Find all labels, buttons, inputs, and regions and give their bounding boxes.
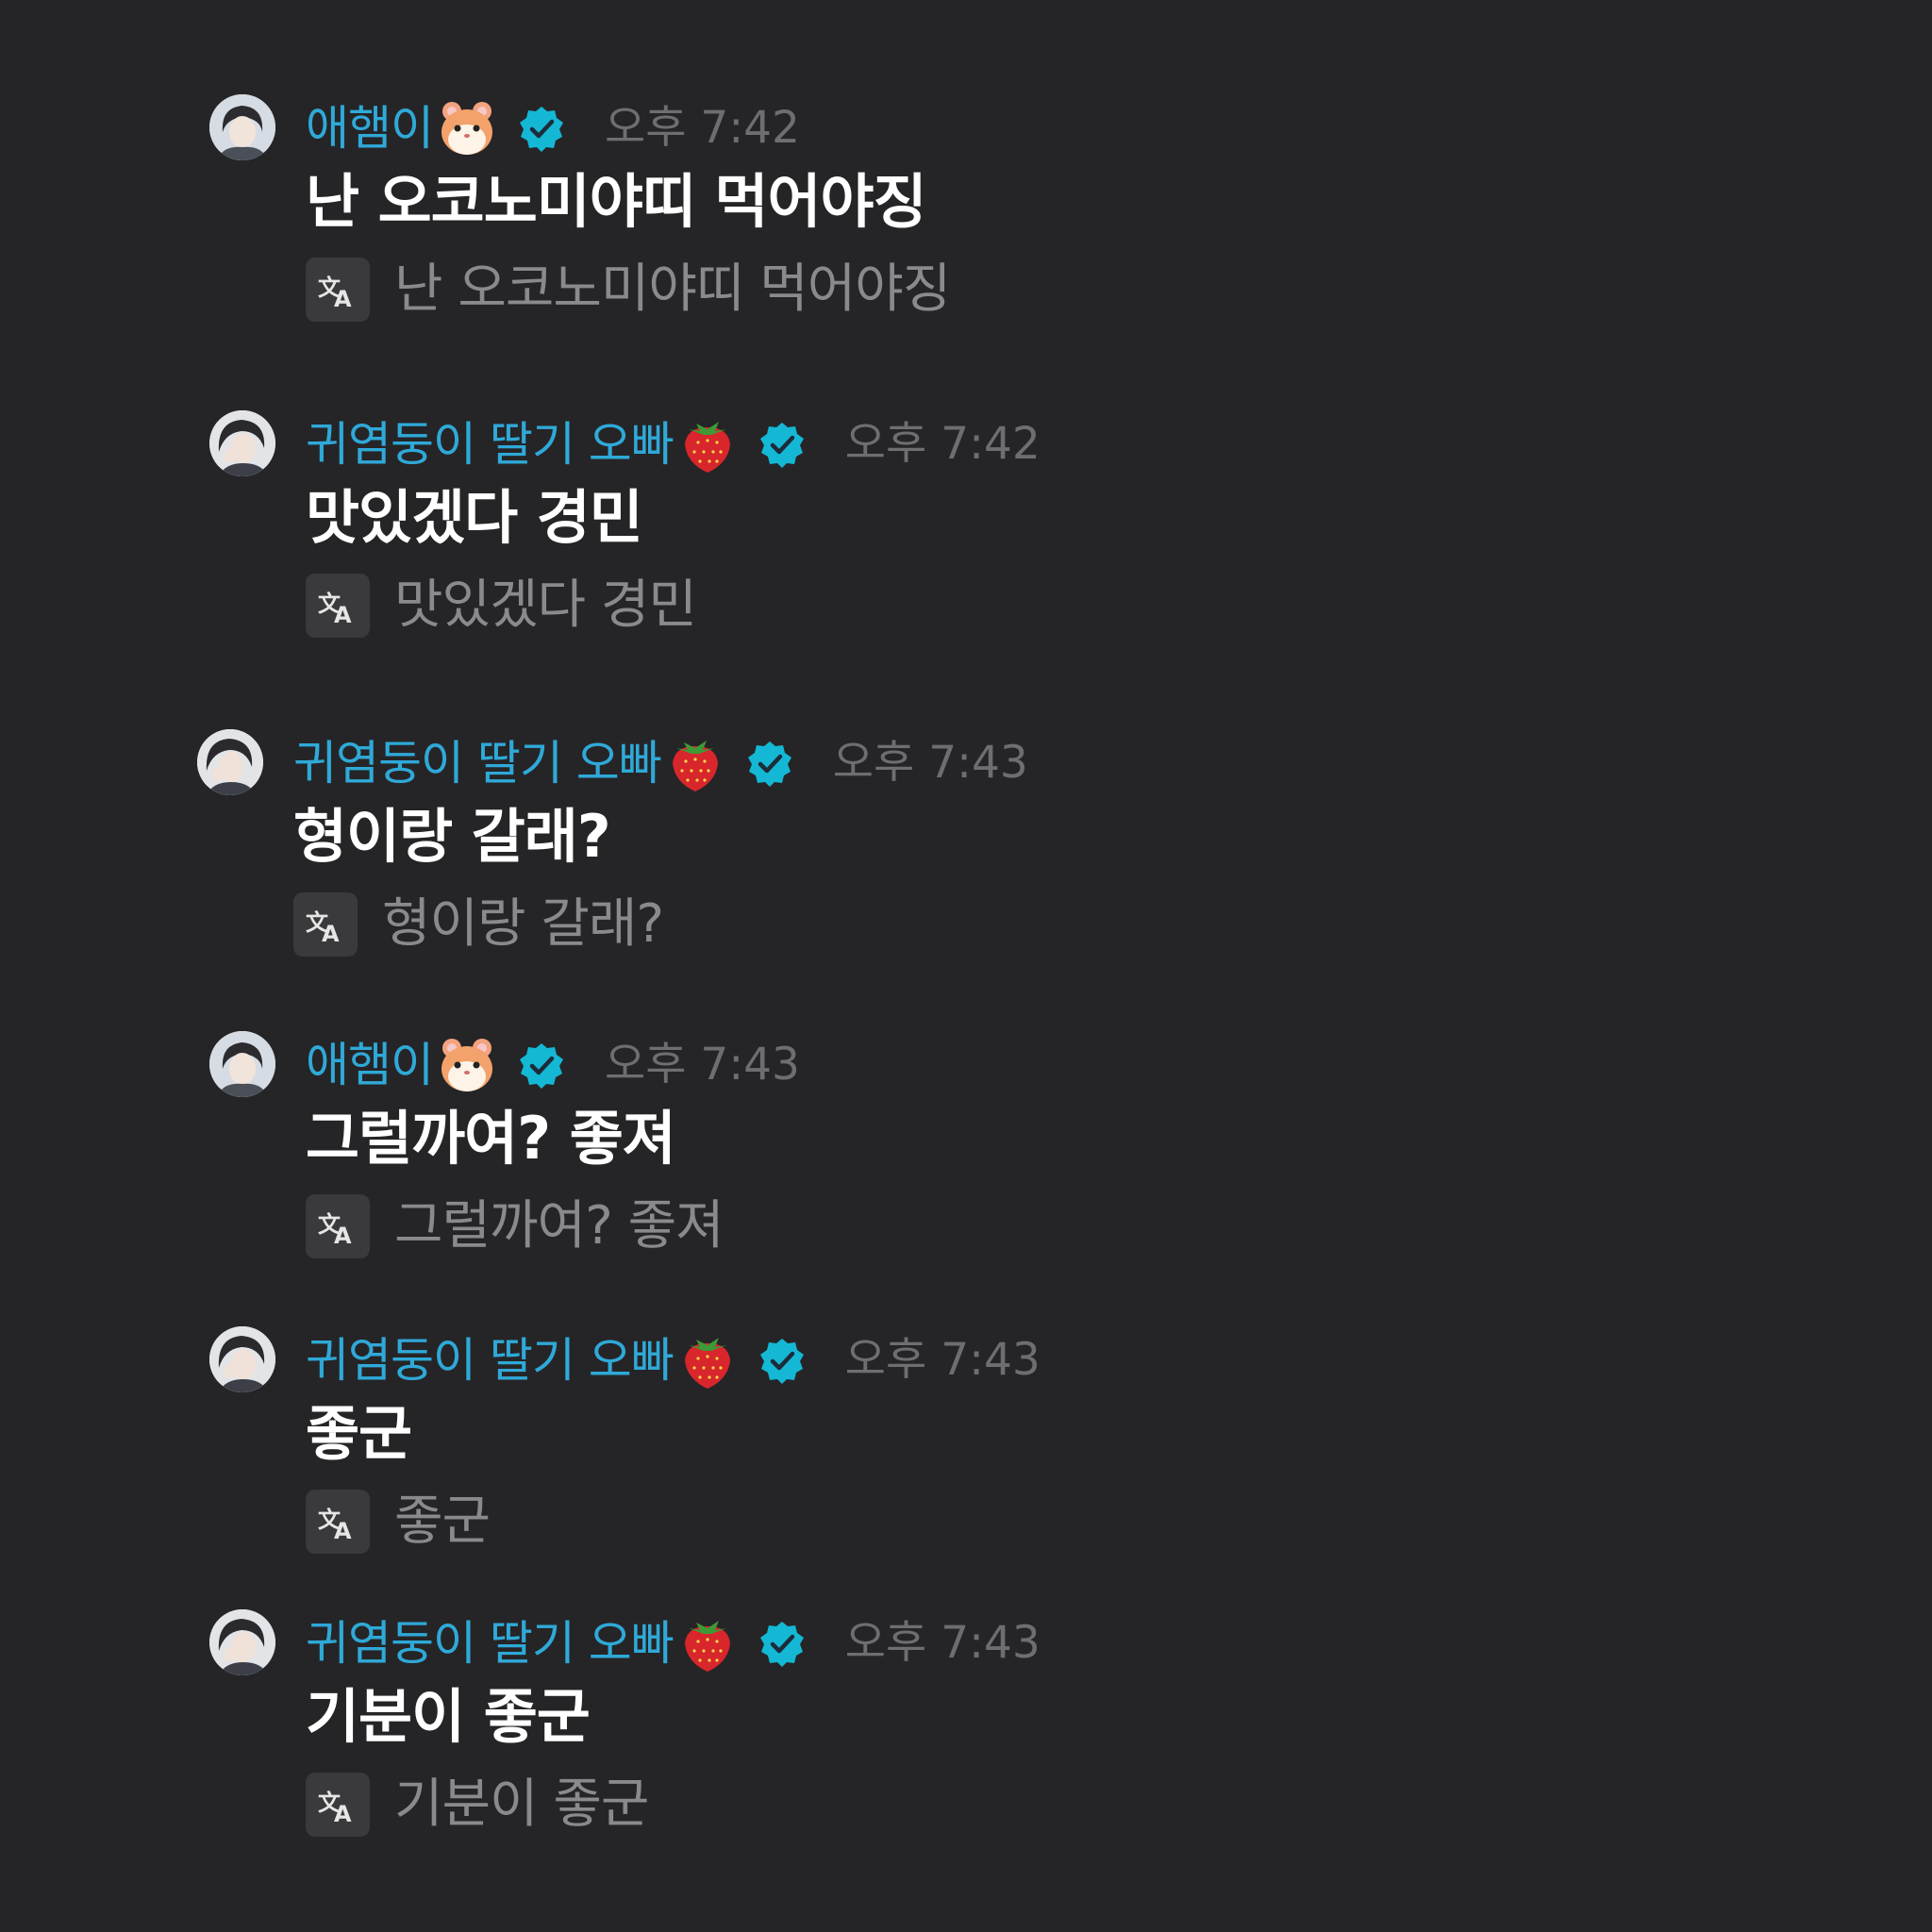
avatar[interactable] [209,1609,275,1675]
sender-name[interactable]: 귀염둥이 딸기 오빠 [306,410,675,478]
translation-row: 文 A 그럴까여? 좋져 [306,1193,724,1259]
verified-badge-icon [758,1337,806,1384]
message-text: 맛있겠다 경민 [306,483,643,552]
chat-message: 귀염둥이 딸기 오빠 [209,1326,1813,1572]
chat-message: 귀염둥이 딸기 오빠 [197,729,1801,974]
strawberry-emoji-icon [677,414,738,475]
sender-name[interactable]: 귀염둥이 딸기 오빠 [306,1609,675,1677]
message-timestamp: 오후 7:43 [605,1039,800,1091]
translate-icon[interactable]: 文 A [306,574,370,638]
avatar[interactable] [209,1031,275,1097]
translate-icon[interactable]: 文 A [306,1490,370,1554]
svg-text:A: A [322,921,340,947]
verified-badge-icon [758,1620,806,1667]
translation-row: 文 A 기분이 좋군 [306,1772,649,1838]
strawberry-emoji-icon [677,1330,738,1391]
message-header: 애햄이 오후 7: [306,94,800,162]
translation-row: 文 A 좋군 [306,1489,491,1555]
translated-text: 그럴까여? 좋져 [394,1195,724,1257]
hamster-emoji-icon [437,1035,497,1095]
sender-name[interactable]: 애햄이 [306,94,434,162]
chat-message: 귀염둥이 딸기 오빠 [209,410,1813,656]
avatar[interactable] [209,410,275,476]
message-header: 귀염둥이 딸기 오빠 [293,729,1028,797]
verified-badge-icon [746,740,793,787]
message-timestamp: 오후 7:42 [844,418,1041,470]
translate-icon[interactable]: 文 A [306,258,370,322]
message-text: 좋군 [306,1399,412,1468]
avatar[interactable] [209,94,275,160]
verified-badge-icon [518,1041,565,1089]
avatar[interactable] [197,729,263,795]
translate-icon[interactable]: 文 A [306,1773,370,1837]
chat-message-list: 애햄이 오후 7:42 난 오코노미야띠 먹어야징 文 A 난 오코노미야띠 먹… [0,0,1932,1932]
message-text: 그럴까여? 좋져 [306,1104,676,1173]
chat-message: 귀염둥이 딸기 오빠 [209,1609,1813,1855]
message-timestamp: 오후 7:43 [844,1334,1041,1386]
translated-text: 좋군 [394,1491,491,1552]
sender-name[interactable]: 애햄이 [306,1031,434,1099]
message-text: 형이랑 갈래? [293,802,611,871]
message-header: 귀염둥이 딸기 오빠 [306,1326,1041,1394]
sender-name[interactable]: 귀염둥이 딸기 오빠 [293,729,662,797]
chat-message: 애햄이 오후 7: [209,1031,1813,1276]
hamster-emoji-icon [437,98,497,158]
svg-text:A: A [334,1223,352,1249]
strawberry-emoji-icon [665,733,725,793]
svg-text:A: A [334,286,352,312]
sender-name[interactable]: 귀염둥이 딸기 오빠 [306,1326,675,1394]
message-header: 귀염둥이 딸기 오빠 [306,1609,1041,1677]
message-header: 애햄이 오후 7: [306,1031,800,1099]
verified-badge-icon [518,105,565,152]
translate-icon[interactable]: 文 A [306,1194,370,1258]
translated-text: 난 오코노미야띠 먹어야징 [394,258,951,320]
chat-message: 애햄이 오후 7: [209,94,1813,340]
message-text: 기분이 좋군 [306,1682,591,1751]
strawberry-emoji-icon [677,1613,738,1674]
translated-text: 형이랑 갈래? [382,893,664,955]
message-timestamp: 오후 7:43 [832,737,1028,789]
svg-text:A: A [334,602,352,628]
translated-text: 맛있겠다 경민 [394,575,697,636]
translation-row: 文 A 난 오코노미야띠 먹어야징 [306,257,951,323]
translated-text: 기분이 좋군 [394,1774,649,1835]
message-header: 귀염둥이 딸기 오빠 [306,410,1041,478]
translation-row: 文 A 맛있겠다 경민 [306,573,697,639]
svg-text:A: A [334,1518,352,1544]
translate-icon[interactable]: 文 A [293,892,358,957]
message-timestamp: 오후 7:42 [605,102,800,154]
svg-text:A: A [334,1801,352,1827]
translation-row: 文 A 형이랑 갈래? [293,891,664,958]
message-text: 난 오코노미야띠 먹어야징 [306,167,927,236]
avatar[interactable] [209,1326,275,1392]
verified-badge-icon [758,421,806,468]
message-timestamp: 오후 7:43 [844,1617,1041,1669]
